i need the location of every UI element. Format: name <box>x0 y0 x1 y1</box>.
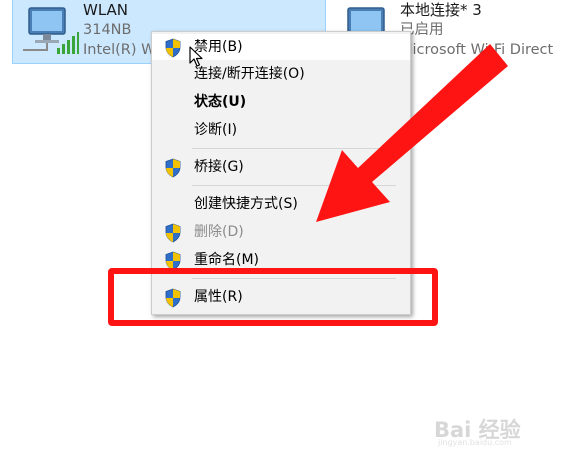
uac-shield-icon <box>165 158 181 178</box>
adapter-device-line: 314NB <box>83 22 132 38</box>
menu-item-label: 诊断(I) <box>194 122 238 138</box>
adapter-name: WLAN <box>83 1 129 19</box>
annotation-highlight-box <box>108 268 438 326</box>
menu-item-label: 连接/断开连接(O) <box>194 66 305 82</box>
watermark: Bai 经验 jingyan.baidu.com <box>434 410 544 450</box>
adapter-driver-line: Microsoft Wi-Fi Direct <box>400 42 554 58</box>
menu-item-status[interactable]: 状态(U) <box>152 89 410 115</box>
menu-separator <box>192 185 396 186</box>
watermark-subtext: jingyan.baidu.com <box>438 438 512 447</box>
adapter-status-line: 已启用 <box>400 22 444 38</box>
menu-item-label: 创建快捷方式(S) <box>194 196 298 212</box>
menu-separator <box>192 148 396 149</box>
menu-item-bridge[interactable]: 桥接(G) <box>152 154 410 180</box>
network-adapter-icon <box>23 7 79 54</box>
menu-item-create-shortcut[interactable]: 创建快捷方式(S) <box>152 191 410 217</box>
menu-item-label: 状态(U) <box>194 94 247 110</box>
mouse-pointer-icon <box>189 46 203 67</box>
adapter-driver-line: Intel(R) W <box>83 42 156 58</box>
uac-shield-icon <box>165 223 181 243</box>
adapter-name: 本地连接* 3 <box>400 1 482 19</box>
uac-shield-icon <box>165 38 181 58</box>
network-connections-window: WLAN 314NB Intel(R) W 本地连接* 3 已启用 Micros… <box>0 0 566 467</box>
menu-item-label: 桥接(G) <box>194 159 244 175</box>
menu-item-delete: 删除(D) <box>152 219 410 245</box>
menu-item-diagnose[interactable]: 诊断(I) <box>152 117 410 143</box>
menu-item-label: 删除(D) <box>194 224 244 240</box>
wifi-signal-bars-icon <box>57 32 79 54</box>
